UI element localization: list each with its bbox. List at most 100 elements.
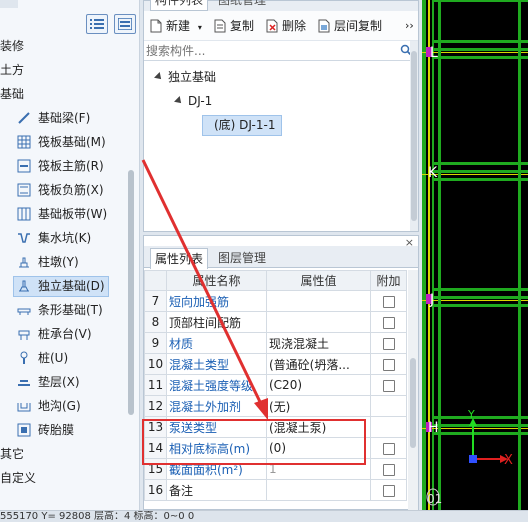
- pile-icon: [20, 351, 28, 364]
- component-type-item[interactable]: 柱墩(Y): [0, 250, 139, 274]
- left-panel-tab-fragment: [0, 0, 18, 8]
- component-type-item[interactable]: 集水坑(K): [0, 226, 139, 250]
- canvas-drawing[interactable]: L K J H 01 Y X: [422, 0, 528, 510]
- property-additional: [370, 374, 407, 396]
- component-type-item[interactable]: 地沟(G): [0, 394, 139, 418]
- expand-arrow-icon[interactable]: [174, 96, 184, 106]
- property-row[interactable]: 16 备注: [144, 479, 407, 501]
- new-dropdown-arrow-icon[interactable]: ▾: [198, 23, 202, 32]
- category-earthwork[interactable]: 土方: [0, 58, 139, 82]
- property-value[interactable]: (混凝土泵): [266, 416, 371, 438]
- component-type-item[interactable]: 桩(U): [0, 346, 139, 370]
- property-value[interactable]: (普通砼(坍落...: [266, 353, 371, 375]
- component-type-label: 垫层(X): [38, 375, 80, 389]
- component-search-input[interactable]: [146, 42, 396, 59]
- toolbar-overflow-button[interactable]: ››: [405, 17, 414, 35]
- property-name: 混凝土外加剂: [166, 395, 267, 417]
- property-value[interactable]: (0): [266, 437, 371, 459]
- property-value[interactable]: (无): [266, 395, 371, 417]
- component-type-item[interactable]: 独立基础(D): [0, 274, 139, 298]
- property-row[interactable]: 11 混凝土强度等级 (C20): [144, 374, 407, 396]
- component-type-item[interactable]: 筏板主筋(R): [0, 154, 139, 178]
- scrollbar-thumb[interactable]: [410, 358, 416, 448]
- component-type-item[interactable]: 基础梁(F): [0, 106, 139, 130]
- property-row[interactable]: 15 截面面积(m²) 1: [144, 458, 407, 480]
- component-type-label: 独立基础(D): [38, 279, 105, 293]
- property-value[interactable]: 1: [266, 458, 371, 480]
- property-value[interactable]: [266, 479, 371, 501]
- component-type-label: 地沟(G): [38, 399, 81, 413]
- component-type-item[interactable]: 基础板带(W): [0, 202, 139, 226]
- axis-label-corner: 01: [427, 492, 442, 506]
- component-type-item[interactable]: 条形基础(T): [0, 298, 139, 322]
- category-item[interactable]: 自定义: [0, 466, 139, 490]
- tree-node-dj-1[interactable]: DJ-1: [144, 89, 418, 113]
- list-view-button[interactable]: [86, 14, 108, 34]
- additional-checkbox[interactable]: [382, 337, 395, 350]
- additional-checkbox[interactable]: [382, 295, 395, 308]
- component-type-label: 筏板主筋(R): [38, 159, 104, 173]
- y-axis-label: Y: [467, 408, 475, 421]
- category-foundation[interactable]: 基础: [0, 82, 139, 106]
- tab-layer-management[interactable]: 图层管理: [214, 248, 270, 269]
- property-value[interactable]: (C20): [266, 374, 371, 396]
- component-list-scrollbar[interactable]: [410, 41, 418, 231]
- expand-arrow-icon[interactable]: [154, 72, 164, 82]
- tree-node-isolated-footing[interactable]: 独立基础: [144, 65, 418, 89]
- property-row[interactable]: 9 材质 现浇混凝土: [144, 332, 407, 354]
- left-panel-toolbar: [0, 0, 139, 34]
- property-row[interactable]: 13 泵送类型 (混凝土泵): [144, 416, 407, 438]
- new-button[interactable]: 新建 ▾: [150, 17, 202, 35]
- component-list-panel: 构件列表 图纸管理 新建 ▾ 复制 删除 层间复制 ›› 搜索构件... 独立基…: [143, 0, 419, 232]
- strip-footing-icon: [17, 308, 31, 315]
- property-row[interactable]: 7 短向加强筋: [144, 290, 407, 312]
- property-value[interactable]: [266, 311, 371, 333]
- component-type-label: 柱墩(Y): [38, 255, 79, 269]
- left-panel-scrollbar[interactable]: [128, 170, 134, 415]
- category-label: 装修: [0, 39, 25, 53]
- properties-scrollbar[interactable]: [408, 270, 418, 510]
- sump-pit-icon: [18, 233, 30, 243]
- component-type-label: 基础梁(F): [38, 111, 91, 125]
- component-type-item[interactable]: 垫层(X): [0, 370, 139, 394]
- header-property-name: 属性名称: [166, 270, 267, 291]
- property-name: 混凝土强度等级: [166, 374, 267, 396]
- additional-checkbox[interactable]: [382, 463, 395, 476]
- layer-copy-button[interactable]: 层间复制: [318, 17, 382, 35]
- property-row[interactable]: 14 相对底标高(m) (0): [144, 437, 407, 459]
- tab-property-list[interactable]: 属性列表: [150, 248, 209, 269]
- category-item[interactable]: 其它: [0, 442, 139, 466]
- additional-checkbox[interactable]: [382, 484, 395, 497]
- property-value[interactable]: 现浇混凝土: [266, 332, 371, 354]
- tab-drawing-management[interactable]: 图纸管理: [214, 0, 270, 11]
- component-type-item[interactable]: 砖胎膜: [0, 418, 139, 442]
- header-index: [144, 270, 167, 291]
- copy-button[interactable]: 复制: [214, 17, 254, 35]
- additional-checkbox[interactable]: [382, 316, 395, 329]
- additional-checkbox[interactable]: [382, 442, 395, 455]
- property-name: 相对底标高(m): [166, 437, 267, 459]
- additional-checkbox[interactable]: [382, 379, 395, 392]
- grid-view-button[interactable]: [114, 14, 136, 34]
- property-index: 10: [144, 353, 167, 375]
- drawing-canvas[interactable]: L K J H 01 Y X: [422, 0, 528, 510]
- app-window: 装修 土方 基础 基础梁(F) 筏板基础(M) 筏板主筋(R) 筏板负筋(X) 基础板带…: [0, 0, 528, 522]
- slab-panels: [444, 62, 516, 510]
- property-row[interactable]: 12 混凝土外加剂 (无): [144, 395, 407, 417]
- additional-checkbox[interactable]: [382, 358, 395, 371]
- property-row[interactable]: 8 顶部柱间配筋: [144, 311, 407, 333]
- category-decoration[interactable]: 装修: [0, 34, 139, 58]
- origin-marker: [469, 455, 477, 463]
- tab-component-list[interactable]: 构件列表: [150, 0, 209, 11]
- property-value[interactable]: [266, 290, 371, 312]
- tree-node-dj-1-1[interactable]: (底) DJ-1-1: [144, 113, 418, 137]
- scrollbar-thumb[interactable]: [411, 51, 417, 221]
- component-type-item[interactable]: 桩承台(V): [0, 322, 139, 346]
- component-type-item[interactable]: 筏板负筋(X): [0, 178, 139, 202]
- delete-button[interactable]: 删除: [266, 17, 306, 35]
- raft-negative-rebar-icon: [17, 183, 31, 197]
- component-type-item[interactable]: 筏板基础(M): [0, 130, 139, 154]
- property-index: 15: [144, 458, 167, 480]
- property-table-header: 属性名称 属性值 附加: [144, 270, 407, 291]
- property-row[interactable]: 10 混凝土类型 (普通砼(坍落...: [144, 353, 407, 375]
